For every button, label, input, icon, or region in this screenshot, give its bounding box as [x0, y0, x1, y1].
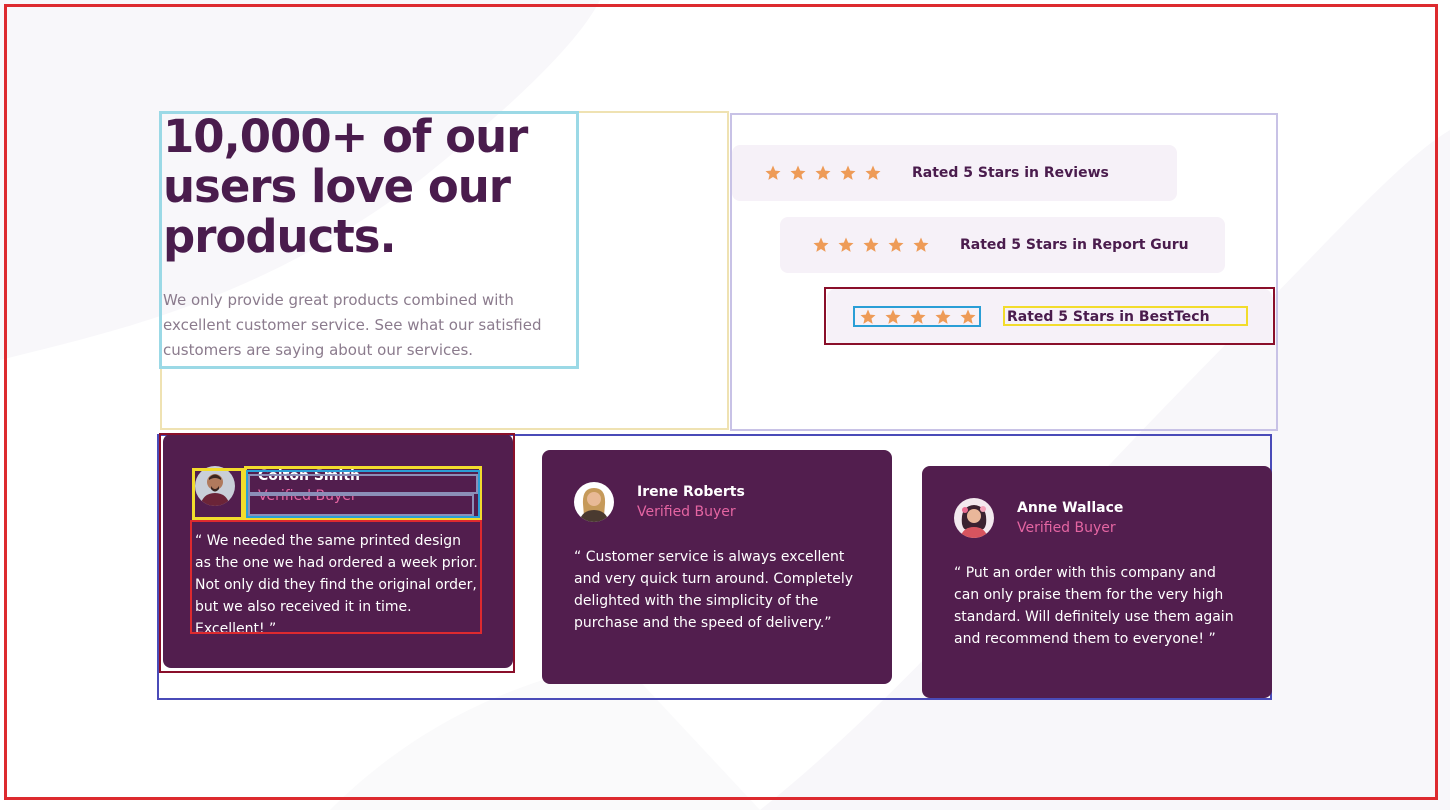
author-role: Verified Buyer [637, 504, 736, 520]
star-icon [814, 164, 832, 182]
star-icon [859, 308, 877, 326]
star-icon [839, 164, 857, 182]
star-icon [864, 164, 882, 182]
star-icon [887, 236, 905, 254]
testimonial-card: Irene Roberts Verified Buyer “ Customer … [542, 450, 892, 684]
star-icon [837, 236, 855, 254]
star-icon [862, 236, 880, 254]
star-icon [884, 308, 902, 326]
hero-description: We only provide great products combined … [163, 291, 542, 359]
testimonial-author: Irene Roberts Verified Buyer [637, 482, 745, 522]
star-icon [912, 236, 930, 254]
testimonial-header: Anne Wallace Verified Buyer [954, 498, 1240, 538]
rating-pill-reviews: Rated 5 Stars in Reviews [732, 145, 1177, 201]
testimonial-author: Colton Smith Verified Buyer [258, 466, 360, 506]
avatar [954, 498, 994, 538]
author-name: Colton Smith [258, 468, 360, 484]
testimonial-quote: “ Put an order with this company and can… [954, 565, 1234, 647]
rating-label: Rated 5 Stars in BestTech [1007, 309, 1210, 325]
rating-pill-besttech: Rated 5 Stars in BestTech [827, 289, 1272, 345]
star-rating [764, 164, 882, 182]
star-icon [812, 236, 830, 254]
rating-pill-report-guru: Rated 5 Stars in Report Guru [780, 217, 1225, 273]
author-name: Irene Roberts [637, 484, 745, 500]
author-role: Verified Buyer [1017, 520, 1116, 536]
testimonial-card: Anne Wallace Verified Buyer “ Put an ord… [922, 466, 1272, 698]
testimonial-header: Irene Roberts Verified Buyer [574, 482, 860, 522]
author-name: Anne Wallace [1017, 500, 1124, 516]
star-icon [789, 164, 807, 182]
rating-label: Rated 5 Stars in Report Guru [960, 237, 1189, 253]
star-icon [909, 308, 927, 326]
avatar [195, 466, 235, 506]
author-role: Verified Buyer [258, 488, 357, 504]
star-icon [934, 308, 952, 326]
testimonial-header: Colton Smith Verified Buyer [195, 466, 481, 506]
testimonial-card: Colton Smith Verified Buyer “ We needed … [163, 434, 513, 668]
star-rating [812, 236, 930, 254]
rating-label: Rated 5 Stars in Reviews [912, 165, 1109, 181]
testimonial-quote: “ Customer service is always excellent a… [574, 549, 854, 631]
avatar [574, 482, 614, 522]
testimonial-author: Anne Wallace Verified Buyer [1017, 498, 1123, 538]
testimonial-quote: “ We needed the same printed design as t… [195, 533, 478, 637]
star-icon [764, 164, 782, 182]
page-title: 10,000+ of our users love our products. [163, 110, 528, 263]
star-icon [959, 308, 977, 326]
star-rating [859, 308, 977, 326]
